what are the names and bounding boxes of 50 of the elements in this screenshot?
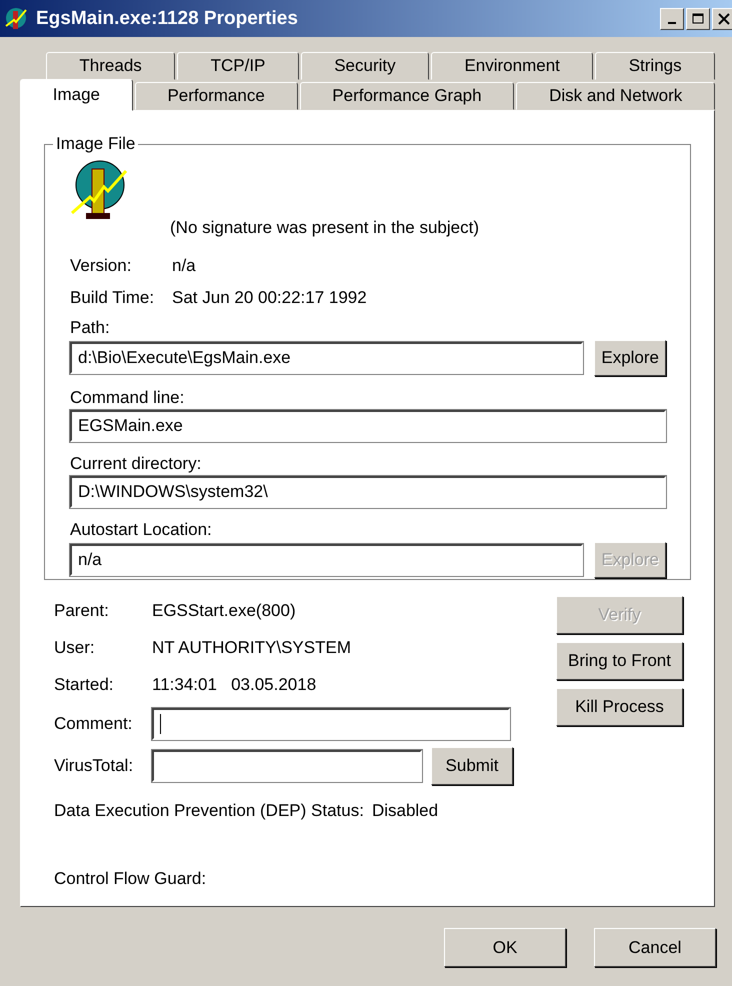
action-button[interactable]: Bring to Front: [556, 642, 683, 680]
field-label: Path:: [70, 318, 111, 339]
field-label: VirusTotal:: [54, 756, 134, 776]
action-button[interactable]: Kill Process: [556, 688, 683, 726]
field-label: Build Time:: [70, 288, 156, 308]
maximize-icon: [692, 12, 704, 24]
explore-button[interactable]: Explore: [594, 340, 666, 376]
dialog-button[interactable]: Cancel: [594, 928, 716, 967]
group-title: Image File: [53, 134, 138, 154]
tab[interactable]: Performance Graph: [300, 82, 514, 110]
text-field[interactable]: d:\Bio\Execute\EgsMain.exe: [70, 342, 584, 374]
field-label: Command line:: [70, 388, 186, 409]
tab[interactable]: Disk and Network: [516, 82, 716, 110]
window-title: EgsMain.exe:1128 Properties: [36, 8, 299, 30]
minimize-icon: [668, 22, 676, 24]
signature-status: (No signature was present in the subject): [170, 218, 480, 239]
minimize-button[interactable]: [660, 8, 684, 30]
field-value: Sat Jun 20 00:22:17 1992: [172, 288, 367, 308]
text-field[interactable]: EGSMain.exe: [70, 410, 666, 442]
tab[interactable]: Threads: [46, 52, 176, 80]
application-icon: [70, 159, 130, 221]
virustotal-field[interactable]: [152, 750, 422, 782]
close-button[interactable]: [712, 8, 732, 30]
field-value: EGSStart.exe(800): [152, 600, 296, 620]
field-label: Comment:: [54, 714, 134, 734]
field-label: User:: [54, 638, 96, 658]
field-value: n/a: [172, 256, 196, 276]
text-field[interactable]: D:\WINDOWS\system32\: [70, 476, 666, 508]
field-value: 11:34:01 03.05.2018: [152, 674, 316, 694]
comment-field[interactable]: [152, 708, 510, 740]
cfg-label: Control Flow Guard:: [54, 869, 208, 889]
submit-button[interactable]: Submit: [431, 747, 513, 785]
tab[interactable]: Strings: [595, 52, 716, 80]
tab[interactable]: Environment: [431, 52, 594, 80]
field-label: Current directory:: [70, 454, 202, 475]
text-field[interactable]: n/a: [70, 544, 584, 576]
tab[interactable]: Performance: [134, 82, 298, 110]
dialog-button[interactable]: OK: [444, 928, 566, 967]
maximize-button[interactable]: [686, 8, 710, 30]
tab[interactable]: Security: [300, 52, 430, 80]
field-label: Version:: [70, 256, 132, 276]
dep-status-value: Disabled: [372, 801, 438, 821]
field-label: Autostart Location:: [70, 520, 213, 541]
tab[interactable]: TCP/IP: [177, 52, 299, 80]
field-value: NT AUTHORITY\SYSTEM: [152, 638, 351, 658]
dep-status-label: Data Execution Prevention (DEP) Status:: [54, 801, 364, 821]
close-icon: [718, 12, 730, 24]
tab[interactable]: Image: [20, 79, 133, 111]
field-label: Started:: [54, 674, 115, 694]
field-label: Parent:: [54, 600, 110, 620]
